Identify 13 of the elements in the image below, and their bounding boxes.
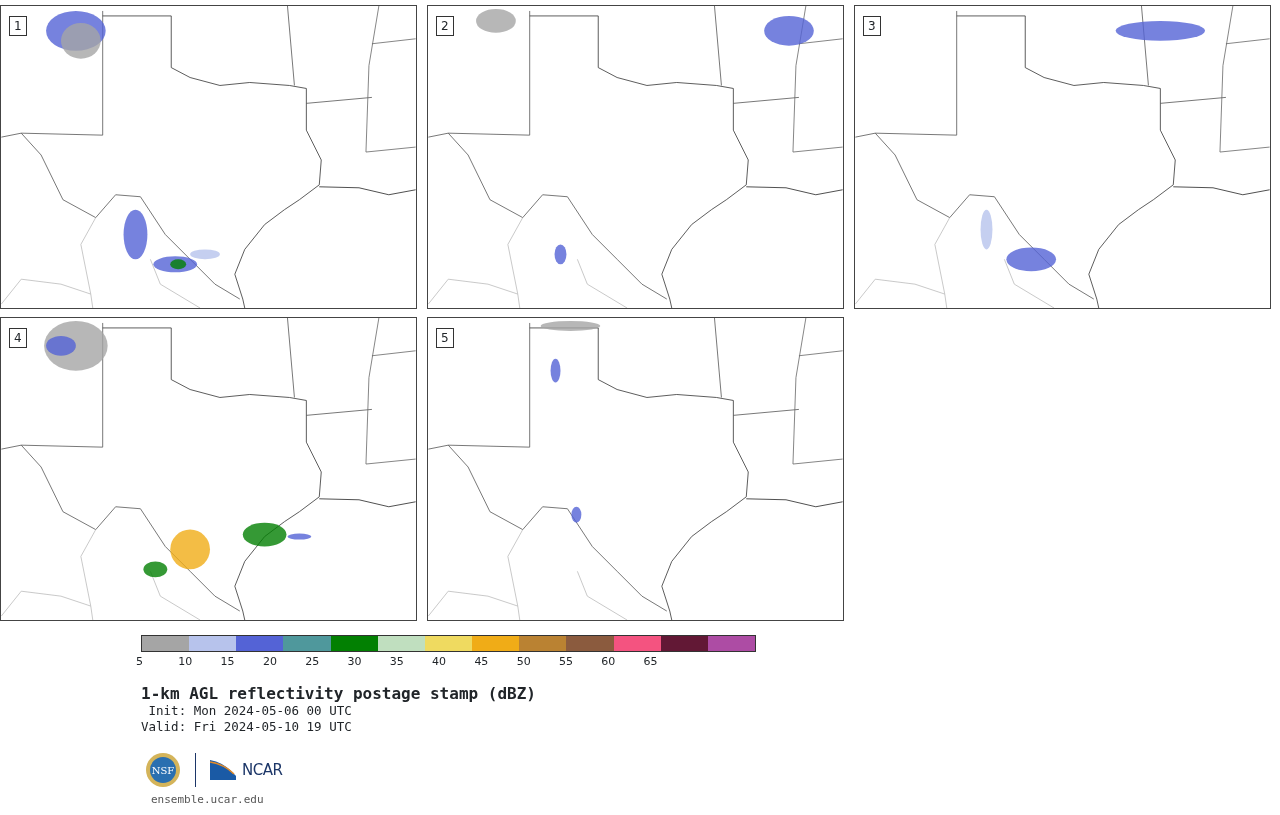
panel-number: 3 — [863, 16, 881, 36]
ncar-emblem-icon — [210, 760, 236, 781]
valid-time: Valid: Fri 2024-05-10 19 UTC — [141, 718, 353, 735]
panel-number: 2 — [436, 16, 454, 36]
panel-number: 4 — [9, 328, 27, 348]
chart-title: 1-km AGL reflectivity postage stamp (dBZ) — [141, 684, 537, 704]
ncar-logo-text: NCAR — [242, 760, 283, 782]
panel-number: 1 — [9, 16, 27, 36]
website-url: ensemble.ucar.edu — [151, 792, 265, 809]
nsf-logo: NSF — [145, 752, 181, 789]
tick-label: 65 — [643, 654, 659, 670]
init-time: Init: Mon 2024-05-06 00 UTC — [147, 703, 353, 719]
panel-number: 5 — [436, 328, 454, 348]
